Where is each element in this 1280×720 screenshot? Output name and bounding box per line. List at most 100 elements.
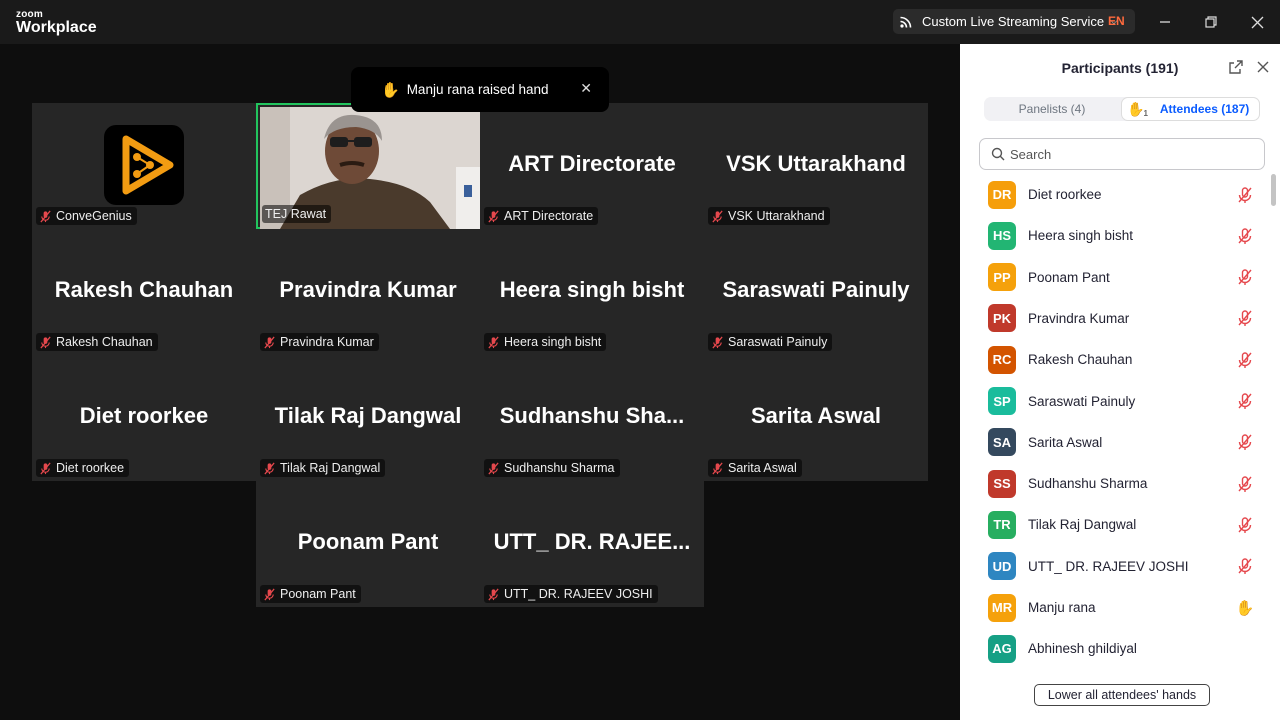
participant-row[interactable]: SA Sarita Aswal (960, 422, 1270, 463)
participant-row[interactable]: TR Tilak Raj Dangwal (960, 504, 1270, 545)
restore-button[interactable] (1201, 12, 1221, 32)
mic-muted-icon[interactable] (1236, 351, 1254, 369)
mic-muted-icon[interactable] (1236, 309, 1254, 327)
name-tag-text: VSK Uttarakhand (728, 209, 825, 223)
avatar: RC (988, 345, 1016, 374)
participant-name-tag: Pravindra Kumar (260, 333, 379, 351)
participant-display-name: Diet roorkee (79, 403, 209, 428)
participant-display-name: Sudhanshu Sha... (499, 403, 685, 428)
video-tile[interactable]: ConveGenius (32, 103, 256, 229)
participant-name-tag: Sudhanshu Sharma (484, 459, 620, 477)
participant-name: UTT_ DR. RAJEEV JOSHI (1028, 558, 1189, 574)
mic-muted-icon[interactable] (1236, 475, 1254, 493)
tab-attendees[interactable]: ✋ 1 Attendees (187) (1122, 98, 1259, 120)
avatar: UD (988, 552, 1016, 581)
participant-row[interactable]: SP Saraswati Painuly (960, 381, 1270, 422)
close-icon (1251, 16, 1263, 28)
avatar: HS (988, 221, 1016, 250)
mic-muted-icon[interactable] (1236, 186, 1254, 204)
participant-name-tag: Heera singh bisht (484, 333, 607, 351)
name-tag-text: Poonam Pant (280, 587, 356, 601)
participant-row[interactable]: AG Abhinesh ghildiyal (960, 628, 1270, 664)
raised-hand-notification: ✋ Manju rana raised hand ✕ (351, 67, 609, 112)
close-window-button[interactable] (1247, 12, 1267, 32)
participant-display-name: Sarita Aswal (750, 403, 882, 428)
mic-muted-icon[interactable] (1236, 433, 1254, 451)
participant-row[interactable]: HS Heera singh bisht (960, 215, 1270, 256)
mic-muted-icon (488, 336, 499, 348)
video-tile[interactable]: ART Directorate ART Directorate (480, 103, 704, 229)
participant-name-tag: ART Directorate (484, 207, 599, 225)
participant-row[interactable]: PP Poonam Pant (960, 257, 1270, 298)
participant-row[interactable]: DR Diet roorkee (960, 174, 1270, 215)
video-tile[interactable]: Pravindra Kumar Pravindra Kumar (256, 229, 480, 355)
mic-muted-icon[interactable] (1236, 268, 1254, 286)
search-input[interactable] (1010, 146, 1240, 162)
scrollbar-track[interactable] (1270, 174, 1276, 664)
mic-muted-icon[interactable] (1236, 557, 1254, 575)
video-tile[interactable]: TEJ Rawat (256, 103, 480, 229)
mic-muted-icon (40, 462, 51, 474)
close-panel-icon[interactable] (1255, 59, 1271, 75)
participant-name: Abhinesh ghildiyal (1028, 641, 1137, 657)
raised-hand-icon[interactable]: ✋ (1236, 599, 1255, 617)
name-tag-text: Diet roorkee (56, 461, 125, 475)
video-tile[interactable]: Saraswati Painuly Saraswati Painuly (704, 229, 928, 355)
participant-row[interactable]: RC Rakesh Chauhan (960, 339, 1270, 380)
notification-text: Manju rana raised hand (406, 82, 549, 97)
mic-muted-icon (40, 210, 51, 222)
video-tile[interactable]: UTT_ DR. RAJEE... UTT_ DR. RAJEEV JOSHI (480, 481, 704, 607)
participant-list: DR Diet roorkee HS Heera singh bisht PP Poona… (960, 174, 1270, 664)
name-tag-text: ART Directorate (504, 209, 594, 223)
mic-muted-icon[interactable] (1236, 227, 1254, 245)
participant-display-name: Saraswati Painuly (722, 277, 910, 302)
mic-muted-icon (712, 462, 723, 474)
live-stream-button[interactable]: Custom Live Streaming Service ⌵ EN (893, 9, 1135, 34)
mic-muted-icon (488, 588, 499, 600)
participant-name: Sudhanshu Sharma (1028, 476, 1148, 492)
minimize-button[interactable] (1155, 12, 1175, 32)
video-tile[interactable]: Sudhanshu Sha... Sudhanshu Sharma (480, 355, 704, 481)
participant-row[interactable]: MR Manju rana ✋ (960, 587, 1270, 628)
video-tile[interactable]: Sarita Aswal Sarita Aswal (704, 355, 928, 481)
name-tag-text: Tilak Raj Dangwal (280, 461, 381, 475)
video-tile[interactable]: Rakesh Chauhan Rakesh Chauhan (32, 229, 256, 355)
participant-name-tag: Saraswati Painuly (708, 333, 833, 351)
video-tile[interactable]: Heera singh bisht Heera singh bisht (480, 229, 704, 355)
language-indicator[interactable]: EN (1108, 14, 1125, 28)
search-icon (991, 147, 1005, 161)
mic-muted-icon (264, 462, 275, 474)
participants-panel: Participants (191) Panelists (4) ✋ 1 Att… (960, 44, 1280, 720)
participant-display-name: ART Directorate (508, 151, 676, 176)
participant-row[interactable]: SS Sudhanshu Sharma (960, 463, 1270, 504)
tab-panelists[interactable]: Panelists (4) (984, 97, 1120, 121)
participant-display-name: UTT_ DR. RAJEE... (493, 529, 691, 554)
participant-name: Heera singh bisht (1028, 228, 1134, 244)
participant-tabs: Panelists (4) ✋ 1 Attendees (187) (984, 97, 1260, 121)
name-tag-text: Pravindra Kumar (280, 335, 374, 349)
video-tile[interactable]: Diet roorkee Diet roorkee (32, 355, 256, 481)
dismiss-notification-button[interactable]: ✕ (580, 80, 592, 97)
raised-hand-icon: ✋ (381, 81, 400, 99)
avatar: MR (988, 593, 1016, 622)
participant-name: Pravindra Kumar (1028, 310, 1130, 326)
pop-out-icon[interactable] (1228, 59, 1244, 75)
mic-muted-icon[interactable] (1236, 516, 1254, 534)
search-box[interactable] (979, 138, 1265, 170)
participant-display-name: Poonam Pant (297, 529, 439, 554)
name-tag-text: Sarita Aswal (728, 461, 797, 475)
video-tile[interactable]: Poonam Pant Poonam Pant (256, 481, 480, 607)
mic-muted-icon[interactable] (1236, 392, 1254, 410)
mic-muted-icon (40, 336, 51, 348)
participant-row[interactable]: PK Pravindra Kumar (960, 298, 1270, 339)
video-tile[interactable]: Tilak Raj Dangwal Tilak Raj Dangwal (256, 355, 480, 481)
participant-row[interactable]: UD UTT_ DR. RAJEEV JOSHI (960, 546, 1270, 587)
name-tag-text: Heera singh bisht (504, 335, 602, 349)
participant-display-name: Heera singh bisht (499, 277, 685, 302)
name-tag-text: UTT_ DR. RAJEEV JOSHI (504, 587, 653, 601)
live-stream-label: Custom Live Streaming Service (922, 14, 1105, 29)
scrollbar-thumb[interactable] (1271, 174, 1276, 206)
minimize-icon (1160, 21, 1170, 23)
video-tile[interactable]: VSK Uttarakhand VSK Uttarakhand (704, 103, 928, 229)
lower-all-hands-button[interactable]: Lower all attendees' hands (1034, 684, 1210, 706)
